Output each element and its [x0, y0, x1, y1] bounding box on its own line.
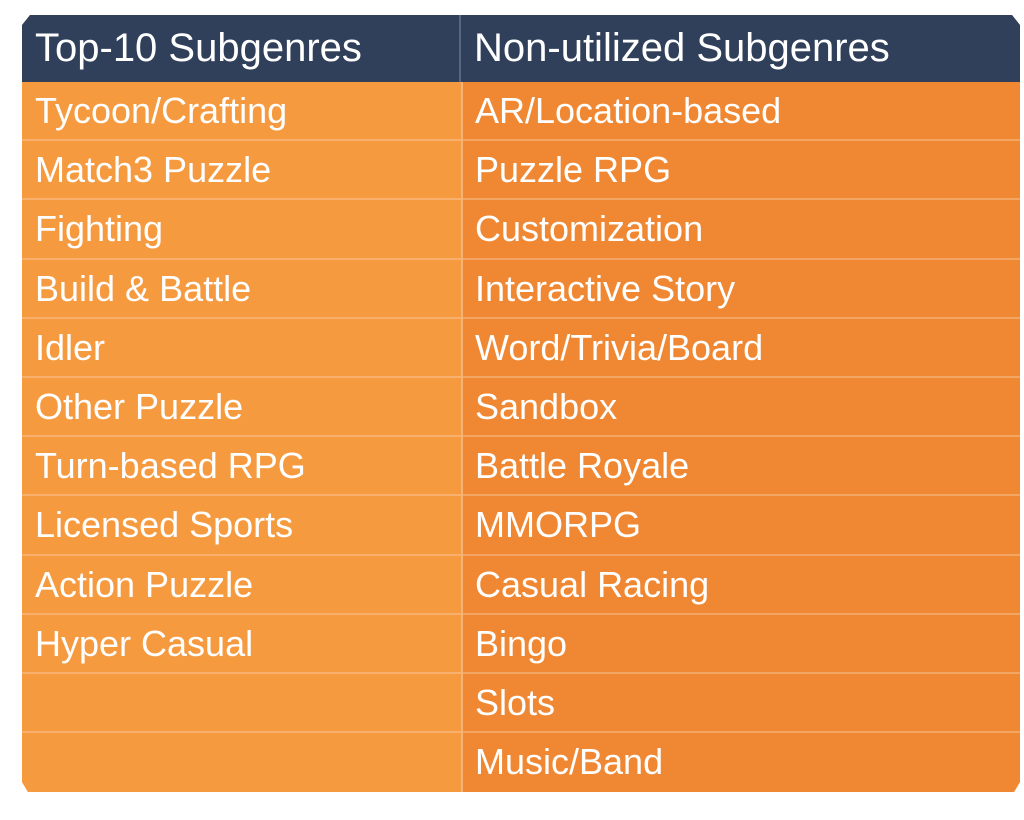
table-cell: Customization — [463, 200, 1020, 260]
table-body: Tycoon/Crafting Match3 Puzzle Fighting B… — [22, 82, 1020, 792]
table-cell: Tycoon/Crafting — [22, 82, 461, 142]
table-header: Top-10 Subgenres Non-utilized Subgenres — [22, 15, 1020, 82]
table-cell: Licensed Sports — [22, 496, 461, 556]
table-cell: Casual Racing — [463, 556, 1020, 615]
column-non-utilized: AR/Location-based Puzzle RPG Customizati… — [463, 82, 1020, 792]
table-cell: Hyper Casual — [22, 615, 461, 674]
table-cell: Idler — [22, 319, 461, 378]
table-cell-empty — [22, 674, 461, 734]
table-cell: Match3 Puzzle — [22, 141, 461, 201]
table-cell: Sandbox — [463, 378, 1020, 438]
subgenres-table: Top-10 Subgenres Non-utilized Subgenres … — [22, 15, 1020, 792]
table-cell: AR/Location-based — [463, 82, 1020, 142]
table-cell: Action Puzzle — [22, 556, 461, 615]
table-cell: Battle Royale — [463, 437, 1020, 497]
table-cell: Fighting — [22, 200, 461, 260]
header-top10: Top-10 Subgenres — [22, 15, 461, 82]
table-cell: Other Puzzle — [22, 378, 461, 438]
table-cell-empty — [22, 733, 461, 792]
table-cell: Build & Battle — [22, 260, 461, 319]
table-cell: Slots — [463, 674, 1020, 734]
table-cell: Bingo — [463, 615, 1020, 674]
table-cell: Interactive Story — [463, 260, 1020, 319]
table-cell: MMORPG — [463, 496, 1020, 556]
table-cell: Turn-based RPG — [22, 437, 461, 497]
table-cell: Puzzle RPG — [463, 141, 1020, 201]
header-non-utilized: Non-utilized Subgenres — [474, 26, 890, 70]
table-cell: Music/Band — [475, 741, 664, 783]
column-top10: Tycoon/Crafting Match3 Puzzle Fighting B… — [22, 82, 461, 792]
table-cell: Word/Trivia/Board — [463, 319, 1020, 378]
